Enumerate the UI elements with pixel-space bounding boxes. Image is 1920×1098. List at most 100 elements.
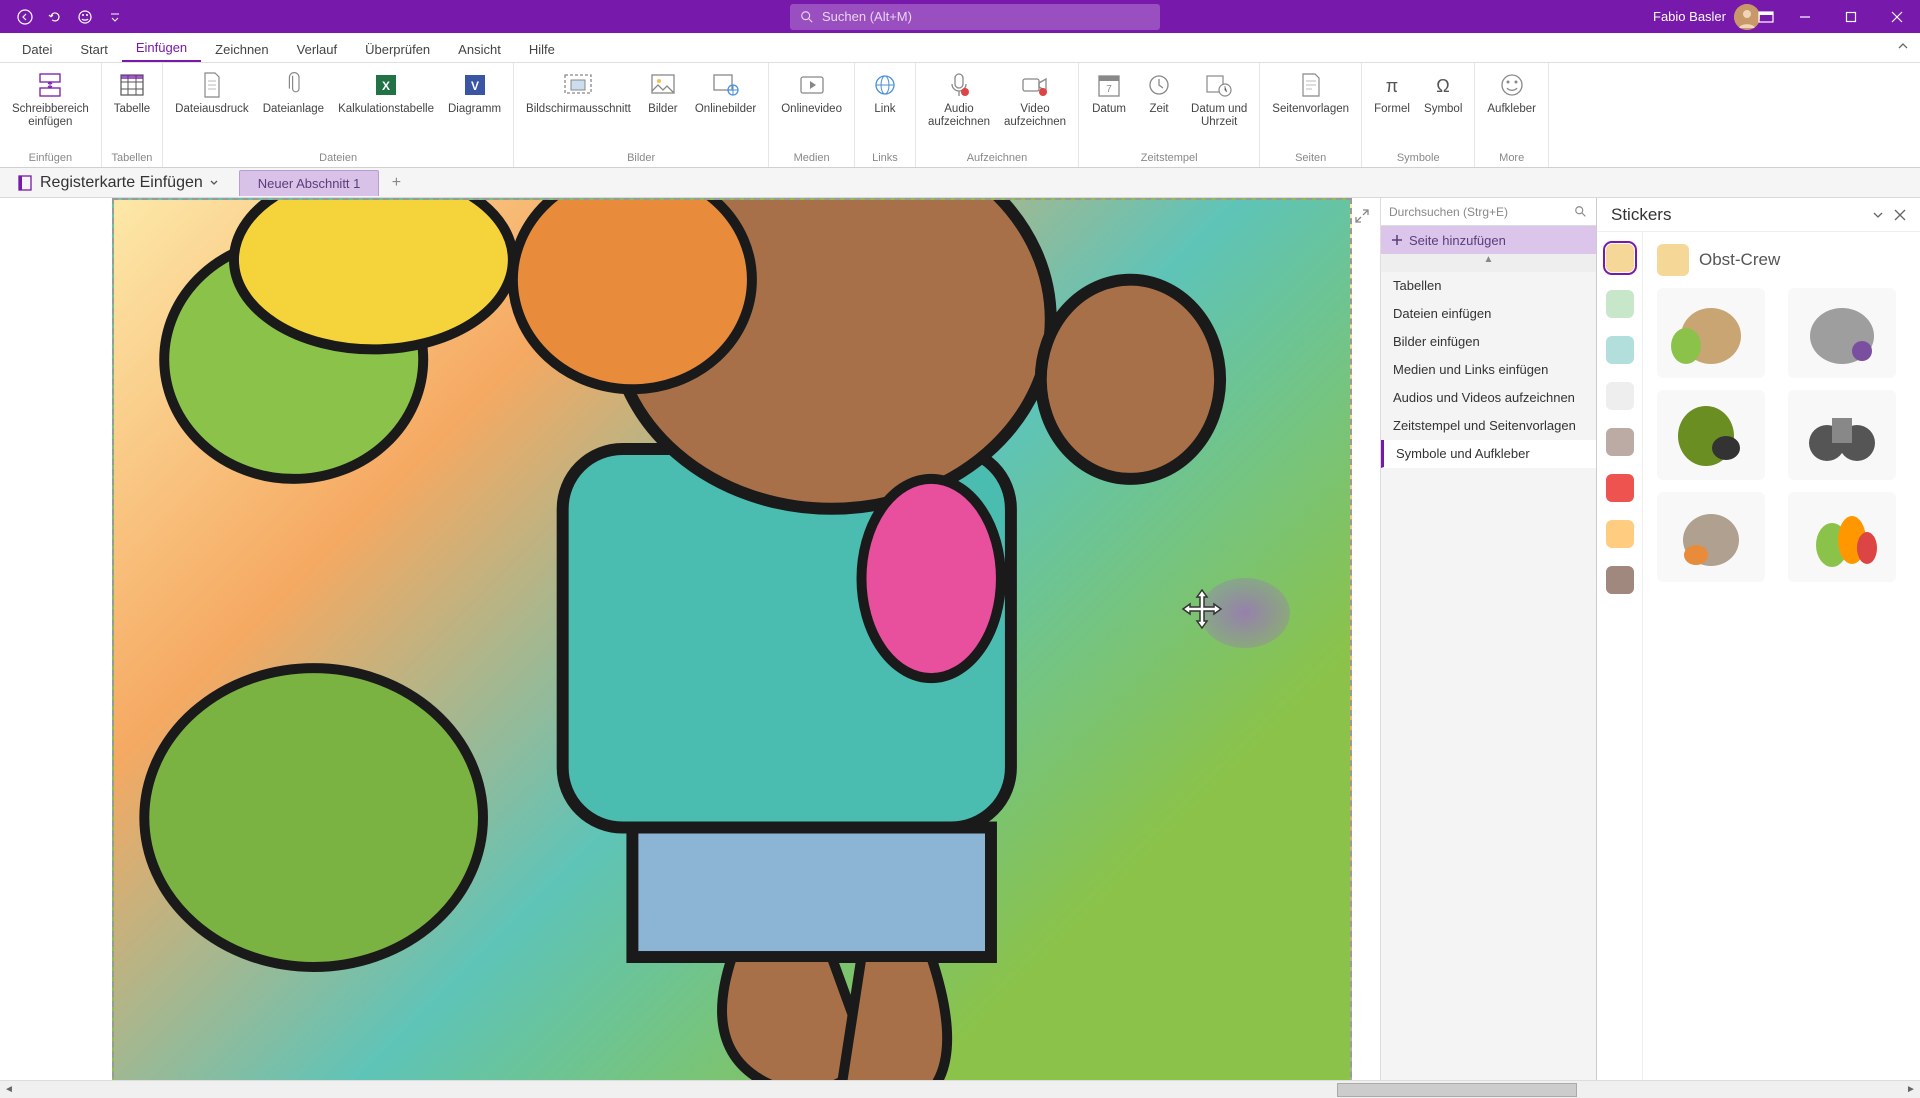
record-audio-button[interactable]: Audio aufzeichnen bbox=[922, 67, 996, 131]
sticker-thumbnail[interactable] bbox=[1657, 288, 1765, 378]
ribbon-display-icon[interactable] bbox=[1750, 0, 1782, 33]
page-item[interactable]: Audios und Videos aufzeichnen bbox=[1381, 384, 1596, 412]
sticker-thumbnail[interactable] bbox=[1657, 390, 1765, 480]
inserted-sticker-image[interactable] bbox=[112, 198, 1352, 1080]
notebook-icon bbox=[16, 174, 34, 192]
pictures-button[interactable]: Bilder bbox=[639, 67, 687, 118]
tab-zeichnen[interactable]: Zeichnen bbox=[201, 36, 282, 62]
file-attachment-button[interactable]: Dateianlage bbox=[257, 67, 330, 118]
close-button[interactable] bbox=[1874, 0, 1920, 33]
sticker-category[interactable] bbox=[1606, 336, 1634, 364]
page-scroll-up[interactable]: ▲ bbox=[1381, 254, 1596, 272]
sticker-pack-icon bbox=[1657, 244, 1689, 276]
page-canvas[interactable] bbox=[0, 198, 1380, 1080]
tab-ueberpruefen[interactable]: Überprüfen bbox=[351, 36, 444, 62]
maximize-button[interactable] bbox=[1828, 0, 1874, 33]
sticker-grid bbox=[1657, 288, 1906, 582]
diagram-button[interactable]: VDiagramm bbox=[442, 67, 507, 118]
page-item[interactable]: Bilder einfügen bbox=[1381, 328, 1596, 356]
tab-einfuegen[interactable]: Einfügen bbox=[122, 34, 201, 62]
online-pictures-button[interactable]: Onlinebilder bbox=[689, 67, 762, 118]
page-item[interactable]: Zeitstempel und Seitenvorlagen bbox=[1381, 412, 1596, 440]
panel-close-icon[interactable] bbox=[1894, 209, 1906, 221]
tab-start[interactable]: Start bbox=[66, 36, 121, 62]
search-icon bbox=[1574, 205, 1588, 219]
notebook-picker[interactable]: Registerkarte Einfügen bbox=[8, 172, 227, 194]
equation-button[interactable]: πFormel bbox=[1368, 67, 1416, 118]
date-time-button[interactable]: Datum und Uhrzeit bbox=[1185, 67, 1253, 131]
sticker-category[interactable] bbox=[1606, 474, 1634, 502]
undo-icon[interactable] bbox=[46, 8, 64, 26]
tab-hilfe[interactable]: Hilfe bbox=[515, 36, 569, 62]
add-section-button[interactable]: + bbox=[385, 172, 407, 194]
sticker-category[interactable] bbox=[1606, 520, 1634, 548]
menu-tabs: Datei Start Einfügen Zeichnen Verlauf Üb… bbox=[0, 33, 1920, 63]
scroll-left-icon[interactable]: ◄ bbox=[0, 1084, 18, 1095]
sticker-artwork bbox=[114, 200, 1350, 1080]
svg-text:7: 7 bbox=[1106, 84, 1112, 95]
touch-mode-icon[interactable] bbox=[76, 8, 94, 26]
screenshot-button[interactable]: Bildschirmausschnitt bbox=[520, 67, 637, 118]
insert-space-button[interactable]: Schreibbereich einfügen bbox=[6, 67, 95, 131]
stickers-button[interactable]: Aufkleber bbox=[1481, 67, 1542, 118]
sticker-category[interactable] bbox=[1606, 244, 1634, 272]
online-video-button[interactable]: Onlinevideo bbox=[775, 67, 848, 118]
sticker-category-strip bbox=[1597, 232, 1643, 1080]
collapse-ribbon-icon[interactable] bbox=[1896, 39, 1910, 53]
sticker-pack-title: Obst-Crew bbox=[1699, 250, 1780, 270]
minimize-button[interactable] bbox=[1782, 0, 1828, 33]
titlebar: Symbole und Aufkleber - OneNote Suchen (… bbox=[0, 0, 1920, 33]
panel-options-icon[interactable] bbox=[1872, 209, 1884, 221]
sticker-category[interactable] bbox=[1606, 566, 1634, 594]
ribbon: Schreibbereich einfügen Einfügen Tabelle… bbox=[0, 63, 1920, 168]
chevron-down-icon bbox=[209, 178, 219, 188]
tab-verlauf[interactable]: Verlauf bbox=[283, 36, 351, 62]
plus-icon bbox=[1391, 234, 1403, 246]
sticker-thumbnail[interactable] bbox=[1788, 492, 1896, 582]
page-item[interactable]: Medien und Links einfügen bbox=[1381, 356, 1596, 384]
svg-text:π: π bbox=[1386, 76, 1398, 96]
add-page-button[interactable]: Seite hinzufügen bbox=[1381, 226, 1596, 254]
svg-text:X: X bbox=[382, 79, 390, 93]
file-printout-button[interactable]: Dateiausdruck bbox=[169, 67, 255, 118]
scroll-thumb[interactable] bbox=[1337, 1083, 1577, 1097]
sticker-category[interactable] bbox=[1606, 290, 1634, 318]
page-item-selected[interactable]: Symbole und Aufkleber bbox=[1381, 440, 1596, 468]
svg-text:V: V bbox=[470, 79, 478, 93]
page-templates-button[interactable]: Seitenvorlagen bbox=[1266, 67, 1355, 118]
user-account[interactable]: Fabio Basler bbox=[1653, 4, 1760, 30]
sticker-thumbnail[interactable] bbox=[1788, 288, 1896, 378]
search-icon bbox=[800, 10, 814, 24]
stickers-panel: Stickers Obst-Crew bbox=[1596, 198, 1920, 1080]
svg-text:Ω: Ω bbox=[1436, 76, 1449, 96]
link-button[interactable]: Link bbox=[861, 67, 909, 118]
expand-icon[interactable] bbox=[1354, 208, 1370, 224]
section-tab[interactable]: Neuer Abschnitt 1 bbox=[239, 170, 380, 196]
search-box[interactable]: Suchen (Alt+M) bbox=[790, 4, 1160, 30]
page-item[interactable]: Tabellen bbox=[1381, 272, 1596, 300]
horizontal-scrollbar[interactable]: ◄ ► bbox=[0, 1080, 1920, 1098]
time-button[interactable]: Zeit bbox=[1135, 67, 1183, 118]
page-list-panel: Durchsuchen (Strg+E) Seite hinzufügen ▲ … bbox=[1380, 198, 1596, 1080]
notebook-name: Registerkarte Einfügen bbox=[40, 174, 203, 192]
sticker-thumbnail[interactable] bbox=[1657, 492, 1765, 582]
scroll-right-icon[interactable]: ► bbox=[1902, 1084, 1920, 1095]
search-placeholder: Suchen (Alt+M) bbox=[822, 9, 912, 24]
page-item[interactable]: Dateien einfügen bbox=[1381, 300, 1596, 328]
page-search[interactable]: Durchsuchen (Strg+E) bbox=[1381, 198, 1596, 226]
sticker-thumbnail[interactable] bbox=[1788, 390, 1896, 480]
record-video-button[interactable]: Video aufzeichnen bbox=[998, 67, 1072, 131]
user-name: Fabio Basler bbox=[1653, 9, 1726, 24]
notebook-bar: Registerkarte Einfügen Neuer Abschnitt 1… bbox=[0, 168, 1920, 198]
move-cursor-icon bbox=[1180, 588, 1224, 632]
date-button[interactable]: 7Datum bbox=[1085, 67, 1133, 118]
tab-datei[interactable]: Datei bbox=[8, 36, 66, 62]
tab-ansicht[interactable]: Ansicht bbox=[444, 36, 515, 62]
spreadsheet-button[interactable]: XKalkulationstabelle bbox=[332, 67, 440, 118]
symbol-button[interactable]: ΩSymbol bbox=[1418, 67, 1468, 118]
sticker-category[interactable] bbox=[1606, 428, 1634, 456]
back-icon[interactable] bbox=[16, 8, 34, 26]
table-button[interactable]: Tabelle bbox=[108, 67, 156, 118]
sticker-category[interactable] bbox=[1606, 382, 1634, 410]
qat-dropdown-icon[interactable] bbox=[106, 8, 124, 26]
